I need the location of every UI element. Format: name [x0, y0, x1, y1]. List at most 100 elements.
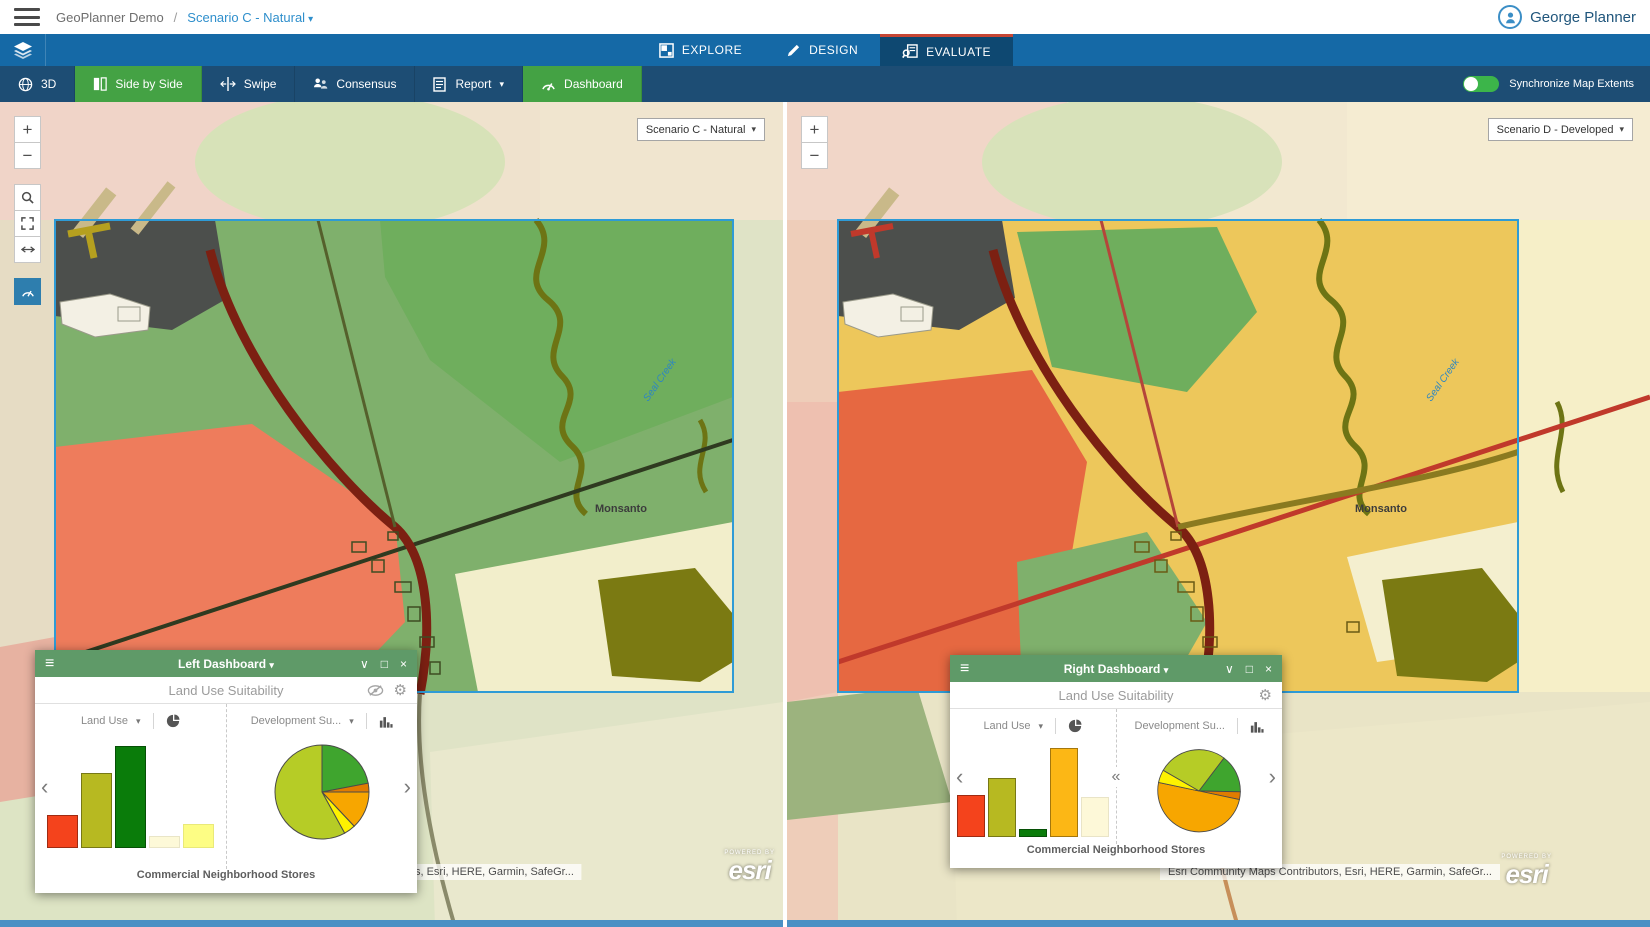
visibility-off-icon[interactable] — [367, 684, 384, 697]
right-map-label-monsanto: Monsanto — [1355, 503, 1407, 515]
pie-svg[interactable] — [1155, 747, 1243, 835]
gear-icon[interactable]: ⚙ — [1259, 686, 1272, 704]
close-icon[interactable]: × — [400, 657, 407, 671]
chevron-down-icon: ▾ — [1164, 665, 1169, 675]
land-use-chart: Land Use ▾ — [950, 709, 1117, 844]
right-map-tools: + − — [801, 116, 828, 168]
collapse-icon[interactable]: ∨ — [1225, 662, 1234, 676]
bar-chart-icon[interactable] — [1250, 720, 1264, 733]
chart-selector-label[interactable]: Development Su... — [1135, 720, 1226, 732]
esri-logo: POWERED BYesri — [724, 850, 775, 883]
bar-segment[interactable] — [183, 824, 214, 848]
right-dashboard-subheader: Land Use Suitability ⚙ — [950, 682, 1282, 709]
zoom-in-button[interactable]: + — [801, 116, 828, 143]
app-title: GeoPlanner Demo — [56, 10, 164, 25]
right-scenario-selector[interactable]: Scenario D - Developed ▾ — [1488, 118, 1633, 141]
user-name[interactable]: George Planner — [1530, 9, 1636, 26]
bar-chart — [47, 740, 214, 848]
analysis-dashboard-tool[interactable] — [14, 278, 41, 305]
carousel-next-icon[interactable]: › — [404, 776, 411, 798]
breadcrumb-separator: / — [174, 10, 178, 25]
collapse-icon[interactable]: ∨ — [360, 657, 369, 671]
swipe-button[interactable]: Swipe — [202, 66, 296, 102]
tab-design[interactable]: DESIGN — [764, 34, 880, 66]
consensus-button[interactable]: Consensus — [295, 66, 415, 102]
3d-button[interactable]: 3D — [0, 66, 75, 102]
chevron-down-icon: ▾ — [1619, 124, 1624, 135]
pie-chart — [272, 734, 372, 847]
dashboard-button[interactable]: Dashboard — [523, 66, 642, 102]
pie-svg[interactable] — [272, 742, 372, 842]
bar-segment[interactable] — [47, 815, 78, 848]
bar-segment[interactable] — [1081, 797, 1109, 837]
bar-segment[interactable] — [149, 836, 180, 848]
person-icon — [1504, 11, 1517, 24]
bar-segment[interactable] — [81, 773, 112, 848]
swipe-icon — [220, 77, 236, 91]
gear-icon[interactable]: ⚙ — [394, 681, 407, 699]
left-map-label-monsanto: Monsanto — [595, 503, 647, 515]
mode-bar: EXPLORE DESIGN EVALUATE — [0, 34, 1650, 66]
pie-chart-icon[interactable] — [166, 714, 180, 728]
report-button[interactable]: Report ▾ — [415, 66, 523, 102]
user-avatar[interactable] — [1498, 5, 1522, 29]
search-button[interactable] — [14, 184, 41, 211]
chevron-down-icon[interactable]: ▾ — [349, 716, 354, 727]
close-icon[interactable]: × — [1265, 662, 1272, 676]
esri-logo: POWERED BYesri — [1501, 854, 1552, 887]
explore-icon — [659, 43, 674, 58]
land-use-chart: Land Use ▾ — [35, 704, 227, 869]
extent-arrows-icon — [21, 244, 35, 255]
right-dashboard-panel: ≡ Right Dashboard ▾ ∨ □ × Land Use Suita… — [950, 655, 1282, 868]
zoom-out-button[interactable]: − — [14, 142, 41, 169]
expand-icon — [21, 217, 34, 230]
chevron-down-icon[interactable]: ▾ — [136, 716, 141, 727]
tab-evaluate[interactable]: EVALUATE — [880, 34, 1013, 66]
globe-icon — [18, 77, 33, 92]
right-dashboard-header[interactable]: ≡ Right Dashboard ▾ ∨ □ × — [950, 655, 1282, 682]
scenario-breadcrumb[interactable]: Scenario C - Natural▾ — [187, 10, 313, 25]
tab-explore[interactable]: EXPLORE — [637, 34, 764, 66]
development-suitability-chart: Development Su... — [1117, 709, 1283, 844]
pie-chart-icon[interactable] — [1068, 719, 1082, 733]
gauge-icon — [21, 285, 35, 298]
maximize-icon[interactable]: □ — [381, 657, 388, 671]
chart-selector-label[interactable]: Land Use — [81, 715, 128, 727]
left-scenario-selector[interactable]: Scenario C - Natural ▾ — [637, 118, 765, 141]
carousel-next-icon[interactable]: › — [1269, 766, 1276, 788]
search-icon — [21, 191, 34, 204]
pencil-icon — [786, 43, 801, 58]
hamburger-menu-icon[interactable] — [14, 8, 40, 26]
bar-segment[interactable] — [988, 778, 1016, 837]
chevron-down-icon: ▾ — [308, 14, 313, 25]
previous-extent-button[interactable] — [14, 236, 41, 263]
bar-segment[interactable] — [1050, 748, 1078, 837]
maximize-icon[interactable]: □ — [1246, 662, 1253, 676]
zoom-in-button[interactable]: + — [14, 116, 41, 143]
side-by-side-button[interactable]: Side by Side — [75, 66, 201, 102]
top-bar: GeoPlanner Demo / Scenario C - Natural▾ … — [0, 0, 1650, 34]
full-extent-button[interactable] — [14, 210, 41, 237]
left-dashboard-subheader: Land Use Suitability ⚙ — [35, 677, 417, 704]
zoom-out-button[interactable]: − — [801, 142, 828, 169]
right-dashboard-charts: ‹ Land Use ▾ « Development Su... — [950, 709, 1282, 844]
left-dashboard-header[interactable]: ≡ Left Dashboard ▾ ∨ □ × — [35, 650, 417, 677]
chart-category-label: Commercial Neighborhood Stores — [35, 869, 417, 893]
chevron-down-icon[interactable]: ▾ — [1039, 721, 1044, 732]
bar-segment[interactable] — [115, 746, 146, 848]
synchronize-toggle[interactable] — [1463, 76, 1499, 92]
bar-segment[interactable] — [957, 795, 985, 837]
chart-selector-label[interactable]: Land Use — [983, 720, 1030, 732]
chevron-down-icon: ▾ — [500, 79, 505, 90]
tool-ribbon: 3D Side by Side Swipe Consensus Report — [0, 66, 1650, 102]
chart-selector-label[interactable]: Development Su... — [251, 715, 342, 727]
chevron-down-icon: ▾ — [269, 660, 274, 670]
development-suitability-chart: Development Su... ▾ — [227, 704, 418, 869]
bar-segment[interactable] — [1019, 829, 1047, 837]
pie-chart — [1155, 739, 1243, 840]
panel-title: Land Use Suitability — [35, 683, 417, 698]
left-dashboard-charts: ‹ Land Use ▾ Development Su... ▾ — [35, 704, 417, 869]
bar-chart-icon[interactable] — [379, 715, 393, 728]
consensus-people-icon — [313, 77, 328, 91]
evaluate-icon — [902, 44, 918, 59]
